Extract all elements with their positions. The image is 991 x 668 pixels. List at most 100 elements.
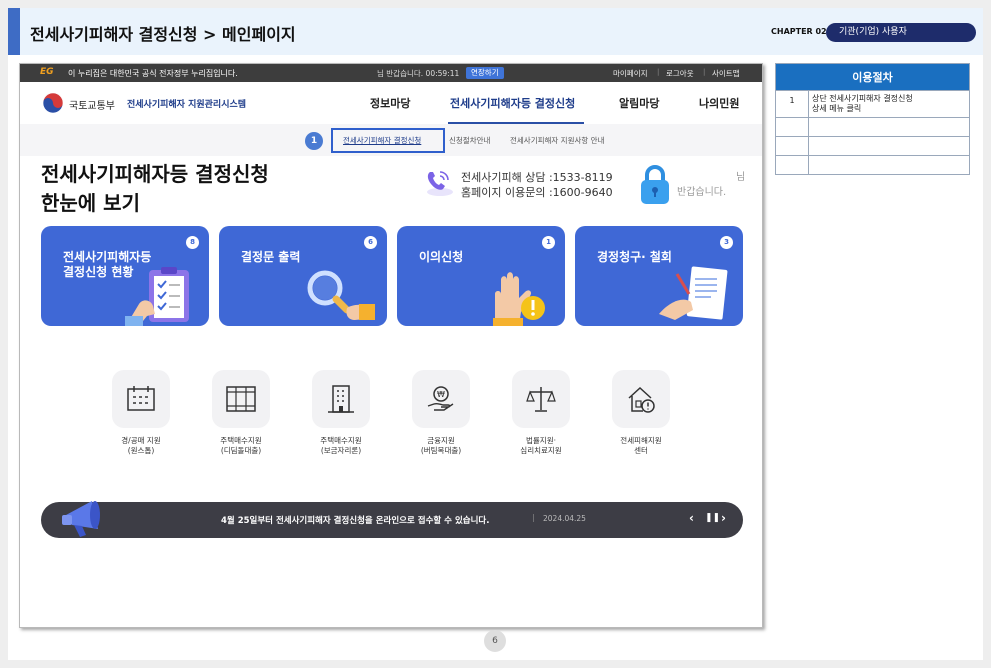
won-hand-icon: ₩ <box>427 386 454 411</box>
building-icon <box>328 385 354 413</box>
document-sign-icon <box>659 266 728 320</box>
service-icon-box <box>612 370 670 428</box>
card-decision-print[interactable]: 결정문 출력 6 <box>219 226 387 326</box>
card-application-status[interactable]: 전세사기피해자등 결정신청 현황 8 <box>41 226 209 326</box>
step-description <box>808 136 970 156</box>
card-title-line: 전세사기피해자등 <box>63 250 152 264</box>
service-label: 주택매수지원 (보금자리론) <box>320 436 362 455</box>
chapter-label: CHAPTER 02 <box>771 27 827 36</box>
sub-navigation: 1 전세사기피해자 결정신청 신청절차안내 전세사기피해자 지원사항 안내 <box>20 124 762 156</box>
card-title: 결정문 출력 <box>241 250 301 264</box>
logout-link[interactable]: 로그아웃 <box>666 68 694 79</box>
card-correction-withdraw[interactable]: 경정청구· 철회 3 <box>575 226 743 326</box>
service-label: 주택매수지원 (디딤돌대출) <box>220 436 262 455</box>
role-badge: 기관(기업) 사용자 <box>826 23 976 42</box>
page-header: 전세사기피해자 결정신청 > 메인페이지 CHAPTER 02 기관(기업) 사… <box>8 8 983 55</box>
divider: | <box>532 513 535 522</box>
notice-text[interactable]: 4월 25일부터 전세사기피해자 결정신청을 온라인으로 접수할 수 있습니다. <box>221 514 489 526</box>
step-description <box>808 155 970 175</box>
header-accent-bar <box>8 8 20 55</box>
lock-icon <box>641 165 669 204</box>
service-icon-box <box>212 370 270 428</box>
step-marker: 1 <box>305 132 323 150</box>
service-beotimmok[interactable]: ₩ 금융지원 (버팀목대출) <box>396 370 486 456</box>
main-title-line: 한눈에 보기 <box>41 191 140 215</box>
card-title: 이의신청 <box>419 250 464 264</box>
session-timer: 님 반갑습니다. 00:59:11 <box>377 69 460 78</box>
step-number <box>775 155 809 175</box>
site-navbar: 국토교통부 전세사기피해자 지원관리시스템 정보마당 전세사기피해자등 결정신청… <box>20 82 762 124</box>
notice-bar[interactable]: 4월 25일부터 전세사기피해자 결정신청을 온라인으로 접수할 수 있습니다.… <box>41 502 743 538</box>
card-count-badge: 6 <box>364 236 377 249</box>
extend-session-button[interactable]: 연장하기 <box>466 67 504 79</box>
mypage-link[interactable]: 마이페이지 <box>613 68 648 79</box>
card-count-badge: 3 <box>720 236 733 249</box>
step-number <box>775 136 809 156</box>
window-icon <box>226 386 256 412</box>
notice-date: 2024.04.25 <box>543 514 586 523</box>
service-auction[interactable]: 경/공매 지원 (원스톱) <box>96 370 186 456</box>
service-center[interactable]: 전세피해지원 센터 <box>596 370 686 456</box>
greeting-text: 반갑습니다. <box>677 187 727 198</box>
main-title-line: 전세사기피해자등 결정신청 <box>41 162 269 186</box>
pause-icon[interactable]: ❚❚ <box>705 513 720 523</box>
nav-info[interactable]: 정보마당 <box>370 95 410 111</box>
gov-topbar: EG 이 누리집은 대한민국 공식 전자정부 누리집입니다. 님 반갑습니다. … <box>20 64 762 82</box>
service-bogeumjari[interactable]: 주택매수지원 (보금자리론) <box>296 370 386 456</box>
main-title: 전세사기피해자등 결정신청 한눈에 보기 <box>41 160 269 218</box>
table-row <box>775 136 970 156</box>
table-row <box>775 155 970 175</box>
procedure-header: 이용절차 <box>775 63 970 91</box>
subnav-procedure[interactable]: 신청절차안내 <box>449 135 490 146</box>
step-number <box>775 117 809 137</box>
eg-logo-icon: EG <box>40 67 54 77</box>
clipboard-icon <box>125 267 189 326</box>
prev-icon[interactable]: ‹ <box>689 511 694 525</box>
system-name[interactable]: 전세사기피해자 지원관리시스템 <box>127 97 246 110</box>
table-row: 1 상단 전세사기피해자 결정신청 상세 메뉴 클릭 <box>775 90 970 118</box>
contact-info: 전세사기피해 상담 :1533-8119 홈페이지 이용문의 :1600-964… <box>461 170 613 200</box>
service-legal[interactable]: 법률지원· 심리치료지원 <box>496 370 586 456</box>
counsel-phone: 전세사기피해 상담 :1533-8119 <box>461 171 613 184</box>
manual-page: 전세사기피해자 결정신청 > 메인페이지 CHAPTER 02 기관(기업) 사… <box>8 8 983 660</box>
nav-my-petitions[interactable]: 나의민원 <box>699 95 739 111</box>
service-icon-box <box>512 370 570 428</box>
taegeuk-emblem-icon[interactable] <box>42 92 64 114</box>
highlight-box <box>331 128 445 153</box>
house-alert-icon <box>628 386 655 413</box>
page-title: 전세사기피해자 결정신청 > 메인페이지 <box>30 25 296 44</box>
site-screenshot: EG 이 누리집은 대한민국 공식 전자정부 누리집입니다. 님 반갑습니다. … <box>19 63 763 628</box>
step-description <box>808 117 970 137</box>
divider: | <box>703 68 706 76</box>
raised-hand-icon <box>493 272 545 326</box>
service-didimdol[interactable]: 주택매수지원 (디딤돌대출) <box>196 370 286 456</box>
step-description: 상단 전세사기피해자 결정신청 상세 메뉴 클릭 <box>808 90 970 118</box>
megaphone-icon <box>62 501 100 537</box>
ministry-name[interactable]: 국토교통부 <box>69 97 115 112</box>
gov-notice: 이 누리집은 대한민국 공식 전자정부 누리집입니다. <box>68 69 238 78</box>
nav-application[interactable]: 전세사기피해자등 결정신청 <box>450 95 575 111</box>
card-objection[interactable]: 이의신청 1 <box>397 226 565 326</box>
service-icon-box: ₩ <box>412 370 470 428</box>
nav-notice[interactable]: 알림마당 <box>619 95 659 111</box>
service-label: 전세피해지원 센터 <box>620 436 662 455</box>
card-count-badge: 1 <box>542 236 555 249</box>
service-icon-box <box>312 370 370 428</box>
service-label: 금융지원 (버팀목대출) <box>420 436 462 455</box>
divider: | <box>657 68 660 76</box>
page-number: 6 <box>484 630 506 652</box>
phone-icon <box>427 171 453 196</box>
service-label: 법률지원· 심리치료지원 <box>520 436 562 455</box>
procedure-table: 이용절차 1 상단 전세사기피해자 결정신청 상세 메뉴 클릭 <box>775 63 970 175</box>
table-row <box>775 117 970 137</box>
subnav-support-info[interactable]: 전세사기피해자 지원사항 안내 <box>510 135 604 146</box>
next-icon[interactable]: › <box>721 511 726 525</box>
scales-icon <box>526 387 556 412</box>
service-icon-box <box>112 370 170 428</box>
homepage-phone: 홈페이지 이용문의 :1600-9640 <box>461 186 613 199</box>
magnifier-icon <box>307 270 375 320</box>
step-number: 1 <box>775 90 809 118</box>
sitemap-link[interactable]: 사이트맵 <box>712 68 740 79</box>
card-title: 경정청구· 철회 <box>597 250 672 264</box>
service-label: 경/공매 지원 (원스톱) <box>121 436 161 455</box>
